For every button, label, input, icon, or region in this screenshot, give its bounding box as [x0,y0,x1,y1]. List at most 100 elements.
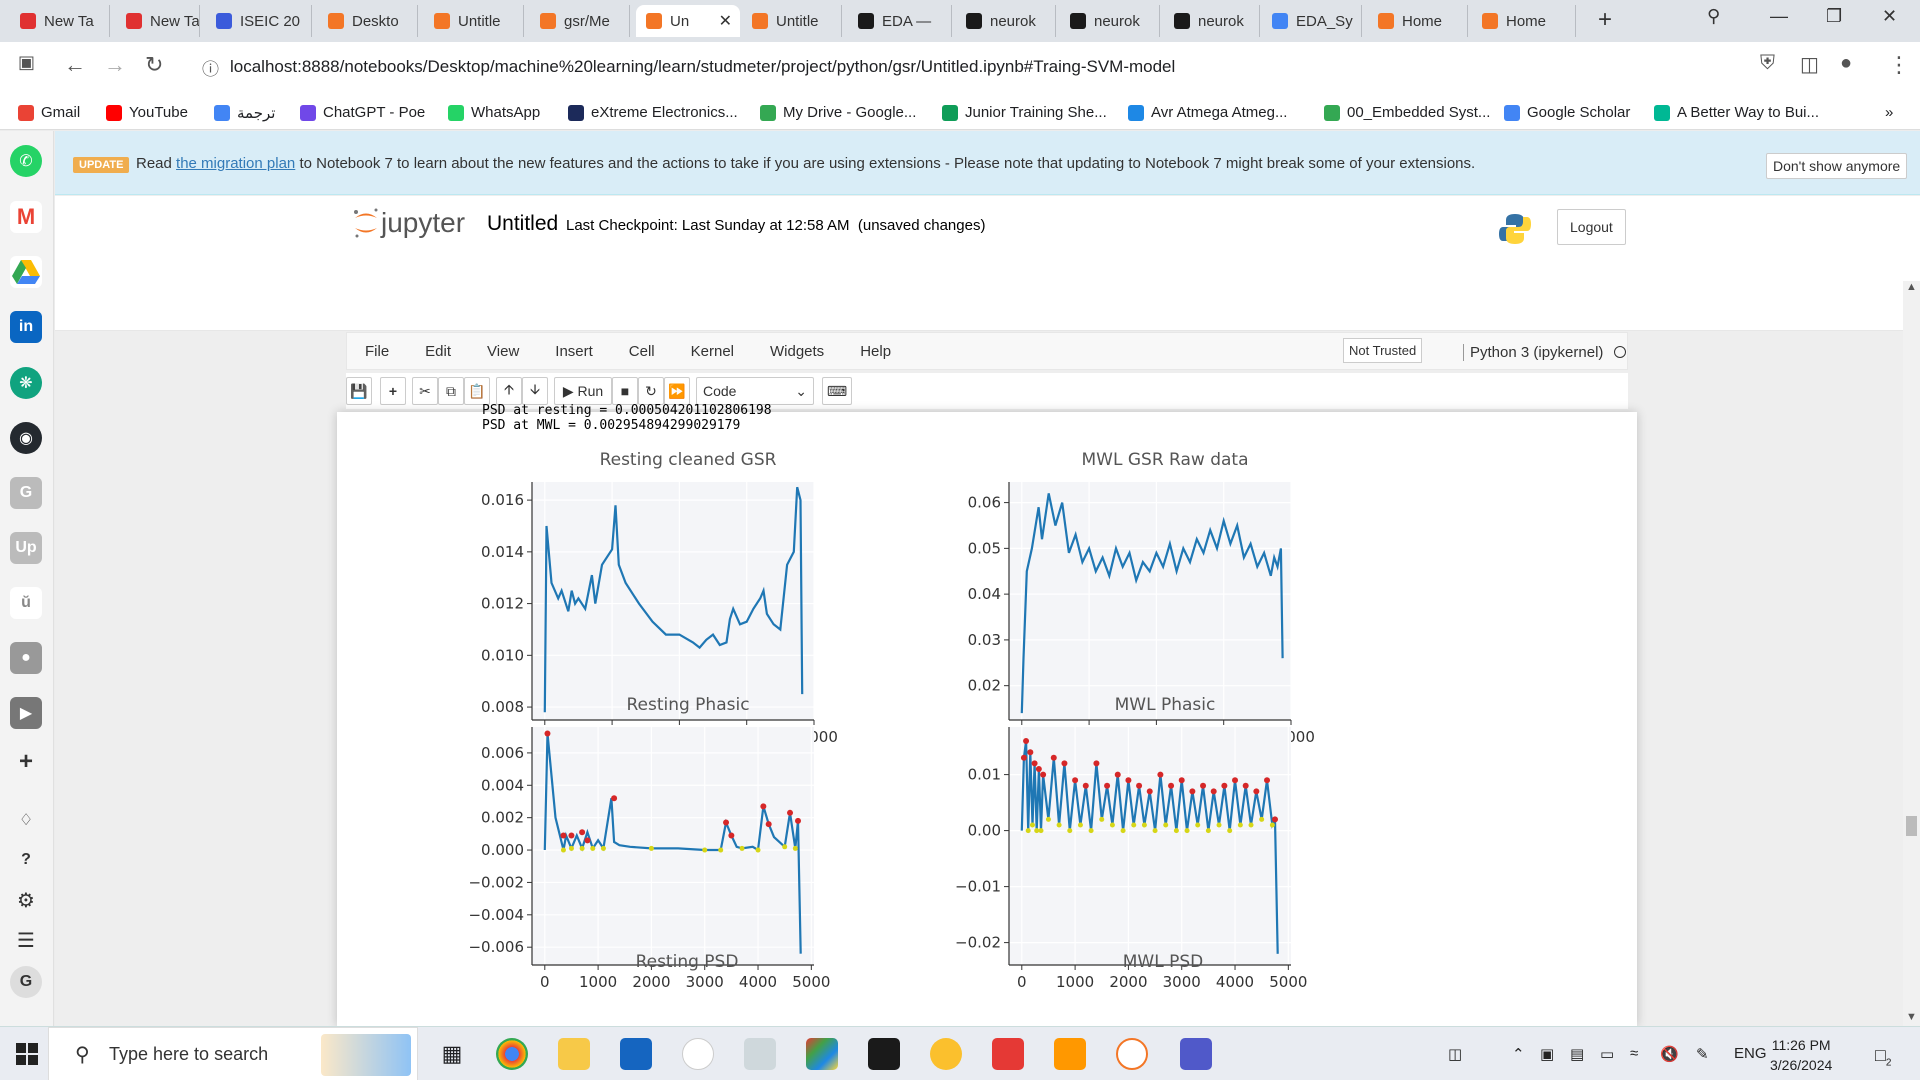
restart-run-all-button[interactable]: ⏩ [664,377,690,405]
restart-button[interactable]: ↻ [638,377,664,405]
teams-icon[interactable] [1180,1038,1212,1070]
browser-tab[interactable]: neurok [1060,5,1160,37]
battery-icon[interactable]: ▭ [1600,1045,1614,1063]
app-icon-11[interactable] [1054,1038,1086,1070]
bookmark-item[interactable]: WhatsApp [448,104,540,121]
browser-tab[interactable]: Untitle [742,5,842,37]
list-icon[interactable]: ☰ [10,924,42,956]
google-drive-icon[interactable] [10,256,42,288]
task-view-icon[interactable]: ▦ [436,1038,468,1070]
menu-widgets[interactable]: Widgets [752,343,842,360]
bookmark-item[interactable]: Gmail [18,104,80,121]
news-widget-icon[interactable]: ◫ [1448,1045,1462,1063]
menu-insert[interactable]: Insert [537,343,611,360]
minimize-button[interactable]: — [1770,6,1788,27]
udemy-icon[interactable]: ŭ [10,587,42,619]
settings-gear-icon[interactable]: ⚙ [10,884,42,916]
migration-plan-link[interactable]: the migration plan [176,155,295,172]
browser-tab[interactable]: EDA_Sy [1262,5,1362,37]
app-icon-9[interactable] [930,1038,962,1070]
mail-icon[interactable] [620,1038,652,1070]
jupyter-app-icon[interactable] [1116,1038,1148,1070]
reload-button[interactable]: ↻ [145,52,163,78]
forward-button[interactable]: → [104,52,126,78]
move-up-button[interactable]: 🡩 [496,377,522,405]
app-icon-6[interactable] [744,1038,776,1070]
cell-type-select[interactable]: Code ⌄ [696,377,814,405]
browser-tab[interactable]: Home [1368,5,1468,37]
chatgpt-icon[interactable]: ❋ [10,367,42,399]
search-tabs-icon[interactable]: ⚲ [1707,6,1720,27]
windows-start-icon[interactable] [16,1043,38,1065]
bookmark-item[interactable]: YouTube [106,104,188,121]
new-tab-button[interactable]: + [1598,6,1612,34]
move-down-button[interactable]: 🡫 [522,377,548,405]
split-view-icon[interactable]: ◫ [1800,52,1819,77]
scroll-down-arrow[interactable]: ▼ [1906,1011,1917,1023]
notification-center-icon[interactable]: □2 [1875,1045,1891,1069]
menu-file[interactable]: File [347,343,407,360]
upwork-icon[interactable]: Up [10,532,42,564]
whatsapp-icon[interactable]: ✆ [10,145,42,177]
browser-tab[interactable]: EDA — [848,5,952,37]
notifications-bell-icon[interactable]: ♢ [10,804,42,836]
winrar-icon[interactable] [806,1038,838,1070]
google-account-icon[interactable]: G [10,966,42,998]
bookmark-item[interactable]: ChatGPT - Poe [300,104,425,121]
notebook-name[interactable]: Untitled [487,212,558,236]
bookmarks-more-button[interactable]: » [1885,104,1893,121]
bookmark-item[interactable]: Junior Training She... [942,104,1107,121]
close-tab-icon[interactable]: ✕ [719,11,732,31]
menu-help[interactable]: Help [842,343,909,360]
browser-tab[interactable]: New Ta [116,5,200,37]
app-icon-10[interactable] [992,1038,1024,1070]
google-translate-icon[interactable]: G [10,477,42,509]
bookmark-item[interactable]: ترجمة [214,104,275,122]
command-palette-button[interactable]: ⌨ [822,377,852,405]
menu-kernel[interactable]: Kernel [673,343,752,360]
bookmark-item[interactable]: eXtreme Electronics... [568,104,738,121]
contacts-icon[interactable]: ● [10,642,42,674]
url-field[interactable]: localhost:8888/notebooks/Desktop/machine… [230,57,1175,77]
menu-view[interactable]: View [469,343,537,360]
profile-avatar-icon[interactable]: ● [1840,52,1852,75]
page-scrollbar[interactable]: ▲ ▼ [1903,281,1920,1026]
gmail-icon[interactable]: M [10,201,42,233]
file-explorer-icon[interactable] [558,1038,590,1070]
app-icon-5[interactable] [682,1038,714,1070]
clock[interactable]: 11:26 PM 3/26/2024 [1770,1035,1832,1075]
pen-icon[interactable]: ✎ [1696,1045,1709,1063]
scrollbar-thumb[interactable] [1906,816,1917,836]
video-player-icon[interactable]: ▶ [10,697,42,729]
back-button[interactable]: ← [64,52,86,78]
chrome-icon[interactable] [496,1038,528,1070]
cut-button[interactable]: ✂ [412,377,438,405]
browser-menu-icon[interactable]: ⋮ [1888,52,1910,78]
github-icon[interactable]: ◉ [10,422,42,454]
save-button[interactable]: 💾 [346,377,372,405]
browser-tab[interactable]: New Ta [10,5,110,37]
taskbar-search-box[interactable]: ⚲ Type here to search [48,1027,418,1080]
browser-tab[interactable]: neurok [1164,5,1260,37]
bookmark-item[interactable]: My Drive - Google... [760,104,916,121]
paste-button[interactable]: 📋 [464,377,490,405]
close-window-button[interactable]: ✕ [1882,6,1897,27]
menu-edit[interactable]: Edit [407,343,469,360]
tray-icon-2[interactable]: ▤ [1570,1045,1584,1063]
interrupt-button[interactable]: ■ [612,377,638,405]
sidebar-toggle-icon[interactable]: ▣ [18,52,35,73]
browser-tab[interactable]: neurok [956,5,1056,37]
browser-tab[interactable]: Home [1472,5,1576,37]
browser-tab[interactable]: gsr/Me [530,5,630,37]
browser-tab[interactable]: Deskto [318,5,418,37]
browser-tab[interactable]: Untitle [424,5,524,37]
jupyter-logo[interactable]: jupyter [351,206,465,240]
insert-cell-button[interactable]: + [380,377,406,405]
copy-button[interactable]: ⧉ [438,377,464,405]
bookmark-item[interactable]: Google Scholar [1504,104,1630,121]
app-icon-8[interactable] [868,1038,900,1070]
not-trusted-indicator[interactable]: Not Trusted [1343,338,1423,363]
scroll-up-arrow[interactable]: ▲ [1906,281,1917,293]
bookmark-item[interactable]: A Better Way to Bui... [1654,104,1819,121]
help-icon[interactable]: ? [10,844,42,876]
